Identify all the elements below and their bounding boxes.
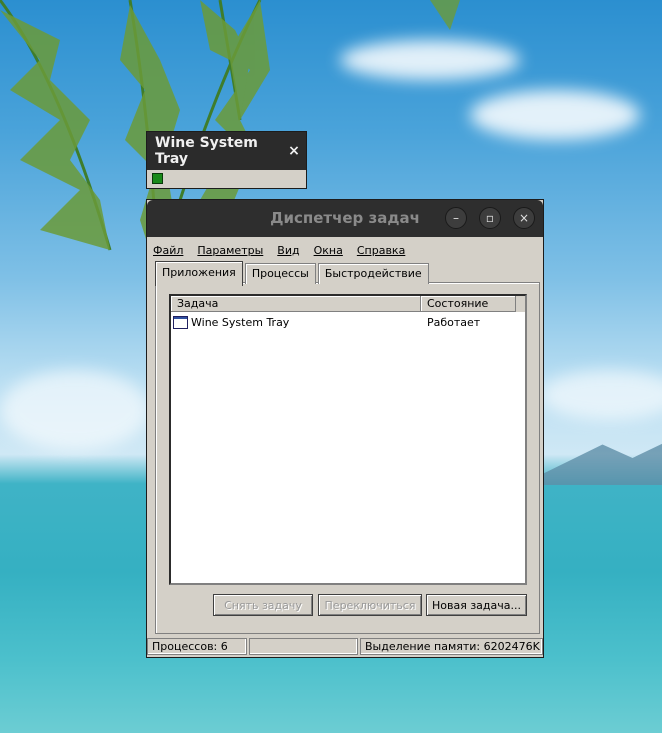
tray-titlebar[interactable]: Wine System Tray × (147, 132, 306, 170)
minimize-icon[interactable]: – (445, 207, 467, 229)
menubar: Файл Параметры Вид Окна Справка (147, 237, 543, 257)
palm-leaf-tip (430, 0, 460, 30)
task-status: Работает (427, 316, 481, 329)
status-bar: Процессов: 6 Выделение памяти: 6202476K … (147, 638, 543, 657)
status-middle (249, 638, 358, 655)
status-memory: Выделение памяти: 6202476K / 2 (360, 638, 543, 655)
task-manager-window[interactable]: Диспетчер задач – ▫ × Файл Параметры Вид… (146, 199, 544, 658)
tray-body (147, 170, 306, 188)
tray-title: Wine System Tray (155, 135, 258, 167)
close-icon[interactable]: × (282, 143, 306, 159)
wine-system-tray-window[interactable]: Wine System Tray × (146, 131, 307, 189)
task-name: Wine System Tray (191, 316, 290, 329)
column-header-status[interactable]: Состояние (421, 296, 516, 312)
table-row[interactable]: Wine System Tray Работает (171, 314, 525, 331)
end-task-label: Снять задачу (224, 598, 302, 612)
tab-applications[interactable]: Приложения (155, 261, 243, 286)
column-header-task[interactable]: Задача (171, 296, 421, 312)
menu-view[interactable]: Вид (277, 244, 299, 257)
switch-to-button[interactable]: Переключиться (318, 594, 422, 616)
menu-options[interactable]: Параметры (197, 244, 263, 257)
menu-windows[interactable]: Окна (314, 244, 343, 257)
tab-processes[interactable]: Процессы (244, 263, 316, 284)
task-cell: Wine System Tray (171, 316, 421, 329)
status-processes: Процессов: 6 (147, 638, 247, 655)
maximize-icon[interactable]: ▫ (479, 207, 501, 229)
new-task-label: Новая задача... (431, 598, 521, 612)
switch-to-label: Переключиться (324, 598, 416, 612)
menu-file[interactable]: Файл (153, 244, 183, 257)
task-list-header: Задача Состояние (171, 296, 525, 312)
menu-help[interactable]: Справка (357, 244, 405, 257)
task-list[interactable]: Задача Состояние Wine System Tray Работа… (169, 294, 527, 585)
new-task-button[interactable]: Новая задача... (426, 594, 527, 616)
window-icon (173, 316, 188, 329)
close-icon[interactable]: × (513, 207, 535, 229)
tm-titlebar[interactable]: Диспетчер задач – ▫ × (147, 200, 543, 237)
end-task-button[interactable]: Снять задачу (213, 594, 313, 616)
tab-strip: Приложения Процессы Быстродействие (155, 261, 431, 286)
tray-app-icon[interactable] (152, 173, 163, 184)
tab-performance[interactable]: Быстродействие (317, 263, 429, 284)
